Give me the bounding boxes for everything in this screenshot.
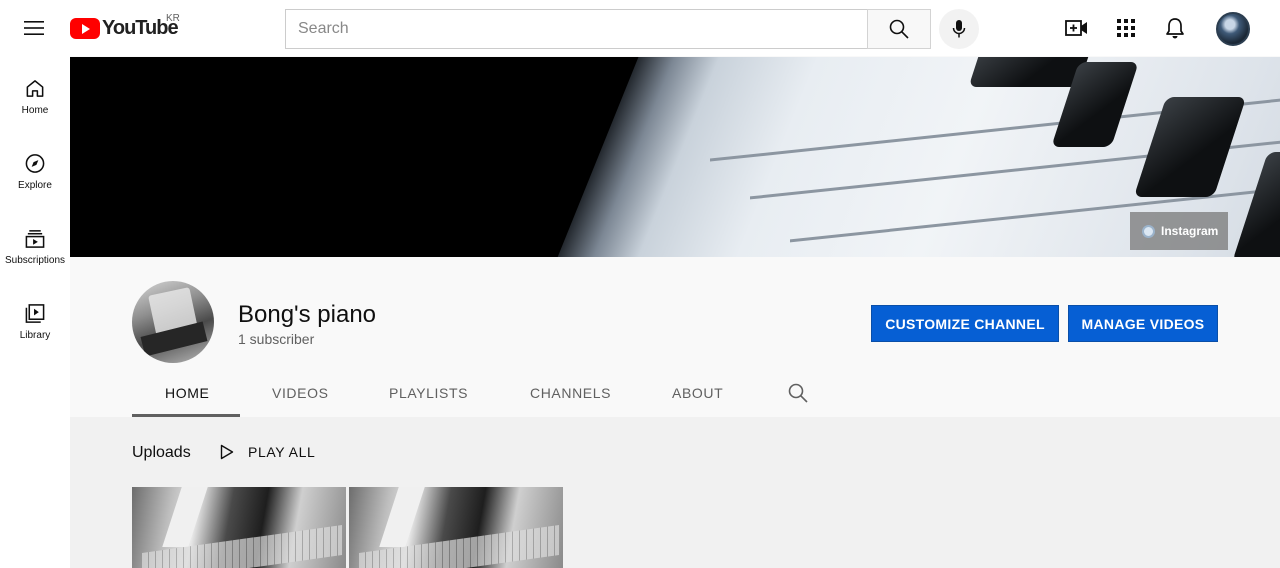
voice-search-button[interactable] bbox=[939, 9, 979, 49]
channel-header: Bong's piano 1 subscriber CUSTOMIZE CHAN… bbox=[70, 257, 1280, 417]
tab-home[interactable]: HOME bbox=[165, 385, 209, 401]
sidebar: Home Explore Subscriptions Library bbox=[0, 56, 70, 568]
sidebar-item-library[interactable]: Library bbox=[0, 281, 70, 341]
search-button[interactable] bbox=[867, 9, 931, 49]
play-icon bbox=[220, 444, 234, 460]
apps-button[interactable] bbox=[1111, 13, 1141, 43]
subscriptions-icon bbox=[25, 230, 45, 248]
search-box bbox=[285, 9, 931, 49]
tab-about[interactable]: ABOUT bbox=[672, 385, 723, 401]
play-all-label: PLAY ALL bbox=[248, 444, 316, 460]
channel-banner bbox=[70, 57, 1280, 257]
library-icon bbox=[25, 304, 45, 323]
sidebar-item-label: Library bbox=[19, 330, 51, 341]
channel-search-button[interactable] bbox=[788, 383, 808, 408]
channel-name: Bong's piano bbox=[238, 301, 377, 328]
channel-avatar[interactable] bbox=[132, 281, 214, 363]
menu-button[interactable] bbox=[18, 12, 50, 44]
home-icon bbox=[26, 80, 44, 97]
manage-videos-button[interactable]: MANAGE VIDEOS bbox=[1068, 305, 1218, 342]
country-code: KR bbox=[166, 13, 180, 24]
sidebar-item-label: Home bbox=[21, 105, 49, 116]
sidebar-item-label: Explore bbox=[18, 180, 52, 191]
tab-channels[interactable]: CHANNELS bbox=[530, 385, 611, 401]
play-all-button[interactable]: PLAY ALL bbox=[220, 444, 315, 460]
top-bar: YouTube KR bbox=[0, 0, 1280, 56]
customize-channel-button[interactable]: CUSTOMIZE CHANNEL bbox=[871, 305, 1059, 342]
youtube-play-icon bbox=[70, 18, 100, 39]
bell-icon bbox=[1166, 18, 1184, 39]
video-thumbnail[interactable] bbox=[349, 487, 563, 568]
subscriber-count: 1 subscriber bbox=[238, 331, 315, 347]
search-icon bbox=[889, 19, 909, 39]
create-button[interactable] bbox=[1062, 13, 1092, 43]
sidebar-item-subscriptions[interactable]: Subscriptions bbox=[0, 206, 70, 266]
search-input[interactable] bbox=[285, 9, 867, 49]
notifications-button[interactable] bbox=[1160, 13, 1190, 43]
apps-grid-icon bbox=[1117, 19, 1135, 37]
instagram-link-label: Instagram bbox=[1161, 224, 1219, 238]
uploads-section-title[interactable]: Uploads bbox=[132, 444, 191, 462]
sidebar-item-home[interactable]: Home bbox=[0, 56, 70, 116]
microphone-icon bbox=[952, 20, 966, 38]
video-thumbnail[interactable] bbox=[132, 487, 346, 568]
account-avatar[interactable] bbox=[1216, 12, 1250, 46]
channel-content: Uploads PLAY ALL bbox=[70, 417, 1280, 568]
sidebar-item-label: Subscriptions bbox=[4, 255, 66, 266]
instagram-link[interactable]: Instagram bbox=[1130, 212, 1228, 250]
hamburger-icon bbox=[24, 21, 44, 35]
youtube-logo[interactable]: YouTube bbox=[70, 17, 179, 40]
compass-icon bbox=[25, 154, 45, 173]
sidebar-item-explore[interactable]: Explore bbox=[0, 131, 70, 191]
globe-icon bbox=[1142, 224, 1155, 238]
search-icon bbox=[788, 383, 808, 403]
tab-videos[interactable]: VIDEOS bbox=[272, 385, 329, 401]
tab-playlists[interactable]: PLAYLISTS bbox=[389, 385, 468, 401]
video-add-icon bbox=[1065, 20, 1087, 36]
